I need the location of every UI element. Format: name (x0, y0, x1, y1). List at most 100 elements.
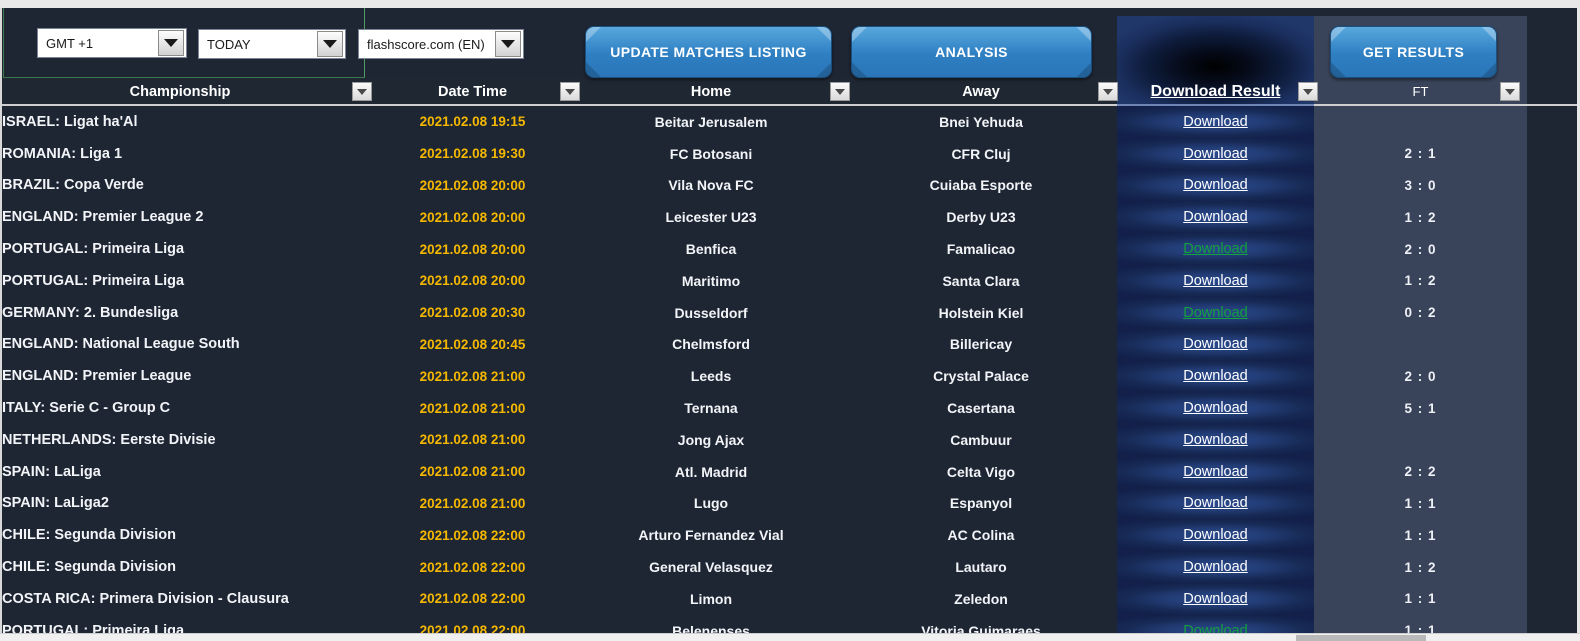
horizontal-scrollbar[interactable] (0, 633, 1580, 641)
filter-dropdown-home[interactable] (830, 82, 850, 101)
table-row[interactable]: ENGLAND: Premier League 2 2021.02.08 20:0… (0, 201, 1580, 234)
row-background-right (1527, 519, 1580, 552)
download-link[interactable]: Download (1183, 177, 1248, 193)
cell-download-result[interactable]: Download (1117, 201, 1314, 233)
chevron-down-icon[interactable] (158, 30, 184, 56)
table-row[interactable]: NETHERLANDS: Eerste Divisie 2021.02.08 21… (0, 423, 1580, 456)
table-row[interactable]: ENGLAND: Premier League 2021.02.08 21:00 L… (0, 360, 1580, 393)
cell-download-result[interactable]: Download (1117, 106, 1314, 138)
download-link[interactable]: Download (1183, 305, 1248, 321)
horizontal-scrollbar-thumb[interactable] (1296, 635, 1426, 641)
column-header-championship[interactable]: Championship (0, 78, 360, 105)
download-link[interactable]: Download (1183, 209, 1248, 225)
table-row[interactable]: CHILE: Segunda Division 2021.02.08 22:00 A… (0, 519, 1580, 552)
cell-download-result[interactable]: Download (1117, 360, 1314, 392)
header-separator (0, 104, 1580, 106)
column-header-championship-label: Championship (129, 83, 231, 100)
day-select[interactable]: TODAY (198, 29, 346, 59)
cell-download-result[interactable]: Download (1117, 583, 1314, 615)
cell-download-result[interactable]: Download (1117, 424, 1314, 456)
cell-date-time: 2021.02.08 22:00 (419, 623, 526, 633)
cell-home: Arturo Fernandez Vial (638, 527, 784, 544)
column-header-date-time[interactable]: Date Time (380, 78, 565, 105)
download-link[interactable]: Download (1183, 495, 1248, 511)
table-row[interactable]: ENGLAND: National League South 2021.02.08… (0, 328, 1580, 361)
cell-download-result[interactable]: Download (1117, 615, 1314, 633)
analysis-button[interactable]: ANALYSIS (851, 26, 1092, 78)
chevron-down-icon[interactable] (317, 31, 343, 57)
matches-grid[interactable]: ISRAEL: Ligat ha'Al 2021.02.08 19:15 Beita… (0, 106, 1580, 633)
cell-ft-score: 1 : 1 (1404, 495, 1437, 511)
table-row[interactable]: GERMANY: 2. Bundesliga 2021.02.08 20:30 Du… (0, 296, 1580, 329)
column-header-row: Championship Date Time Home Away Downloa… (0, 78, 1580, 105)
table-row[interactable]: SPAIN: LaLiga2 2021.02.08 21:00 Lugo Espany… (0, 487, 1580, 520)
source-site-select[interactable]: flashscore.com (EN) (358, 29, 524, 59)
cell-ft-score: 1 : 1 (1404, 623, 1437, 633)
download-link[interactable]: Download (1183, 336, 1248, 352)
cell-download-result[interactable]: Download (1117, 233, 1314, 265)
table-row[interactable]: COSTA RICA: Primera Division - Clausura 2… (0, 582, 1580, 615)
download-link[interactable]: Download (1183, 114, 1248, 130)
cell-date-time: 2021.02.08 22:00 (419, 527, 526, 543)
table-row[interactable]: PORTUGAL: Primeira Liga 2021.02.08 20:00 M… (0, 264, 1580, 297)
filter-dropdown-date-time[interactable] (560, 82, 580, 101)
table-row[interactable]: ROMANIA: Liga 1 2021.02.08 19:30 FC Botosa… (0, 137, 1580, 170)
download-link[interactable]: Download (1183, 559, 1248, 575)
row-background-right (1527, 296, 1580, 329)
table-row[interactable]: PORTUGAL: Primeira Liga 2021.02.08 20:00 B… (0, 233, 1580, 265)
cell-download-result[interactable]: Download (1117, 392, 1314, 424)
cell-away: Cuiaba Esporte (929, 177, 1033, 194)
cell-ft-score: 5 : 1 (1404, 400, 1437, 416)
cell-championship: SPAIN: LaLiga2 (2, 495, 109, 512)
cell-download-result[interactable]: Download (1117, 456, 1314, 488)
download-link[interactable]: Download (1183, 591, 1248, 607)
download-link[interactable]: Download (1183, 368, 1248, 384)
download-link[interactable]: Download (1183, 146, 1248, 162)
cell-download-result[interactable]: Download (1117, 170, 1314, 202)
column-header-home[interactable]: Home (580, 78, 842, 105)
cell-ft-score: 2 : 0 (1404, 368, 1437, 384)
cell-away: Famalicao (946, 241, 1016, 258)
download-link[interactable]: Download (1183, 241, 1248, 257)
table-row[interactable]: CHILE: Segunda Division 2021.02.08 22:00 G… (0, 551, 1580, 583)
row-background-right (1527, 169, 1580, 202)
timezone-select[interactable]: GMT +1 (37, 28, 187, 58)
download-link[interactable]: Download (1183, 527, 1248, 543)
cell-download-result[interactable]: Download (1117, 265, 1314, 297)
table-row[interactable]: BRAZIL: Copa Verde 2021.02.08 20:00 Vila N… (0, 169, 1580, 202)
cell-ft-score: 1 : 2 (1404, 559, 1437, 575)
download-link[interactable]: Download (1183, 464, 1248, 480)
cell-download-result[interactable]: Download (1117, 329, 1314, 361)
cell-home: General Velasquez (649, 559, 773, 576)
column-header-away[interactable]: Away (862, 78, 1100, 105)
table-row[interactable]: ISRAEL: Ligat ha'Al 2021.02.08 19:15 Beita… (0, 106, 1580, 138)
download-link[interactable]: Download (1183, 623, 1248, 633)
column-header-ft[interactable]: FT (1314, 78, 1527, 105)
cell-download-result[interactable]: Download (1117, 297, 1314, 329)
cell-download-result[interactable]: Download (1117, 519, 1314, 551)
download-link[interactable]: Download (1183, 432, 1248, 448)
chevron-down-icon[interactable] (495, 31, 521, 57)
update-matches-listing-button[interactable]: UPDATE MATCHES LISTING (585, 26, 832, 78)
cell-date-time: 2021.02.08 19:15 (419, 114, 526, 130)
row-background-right (1527, 201, 1580, 234)
cell-download-result[interactable]: Download (1117, 138, 1314, 170)
table-row[interactable]: ITALY: Serie C - Group C 2021.02.08 21:00… (0, 392, 1580, 424)
cell-date-time: 2021.02.08 20:00 (419, 209, 526, 225)
cell-download-result[interactable]: Download (1117, 488, 1314, 520)
cell-date-time: 2021.02.08 20:30 (419, 305, 526, 321)
table-row[interactable]: SPAIN: LaLiga 2021.02.08 21:00 Atl. Madrid… (0, 455, 1580, 488)
cell-download-result[interactable]: Download (1117, 551, 1314, 583)
filter-dropdown-championship[interactable] (352, 82, 372, 101)
get-results-button[interactable]: GET RESULTS (1330, 26, 1497, 78)
header-separator-download (1117, 104, 1314, 106)
cell-ft-score (1314, 329, 1527, 361)
table-row[interactable]: PORTUGAL: Primeira Liga 2021.02.08 22:00 B… (0, 614, 1580, 633)
download-link[interactable]: Download (1183, 400, 1248, 416)
download-link[interactable]: Download (1183, 273, 1248, 289)
filter-dropdown-ft[interactable] (1500, 82, 1520, 101)
filter-dropdown-away[interactable] (1098, 82, 1118, 101)
column-header-download-result[interactable]: Download Result (1117, 78, 1314, 105)
flashscore-match-listing-app: GMT +1 TODAY flashscore.com (EN) UPDATE … (0, 0, 1580, 641)
cell-home: Chelmsford (672, 336, 750, 353)
